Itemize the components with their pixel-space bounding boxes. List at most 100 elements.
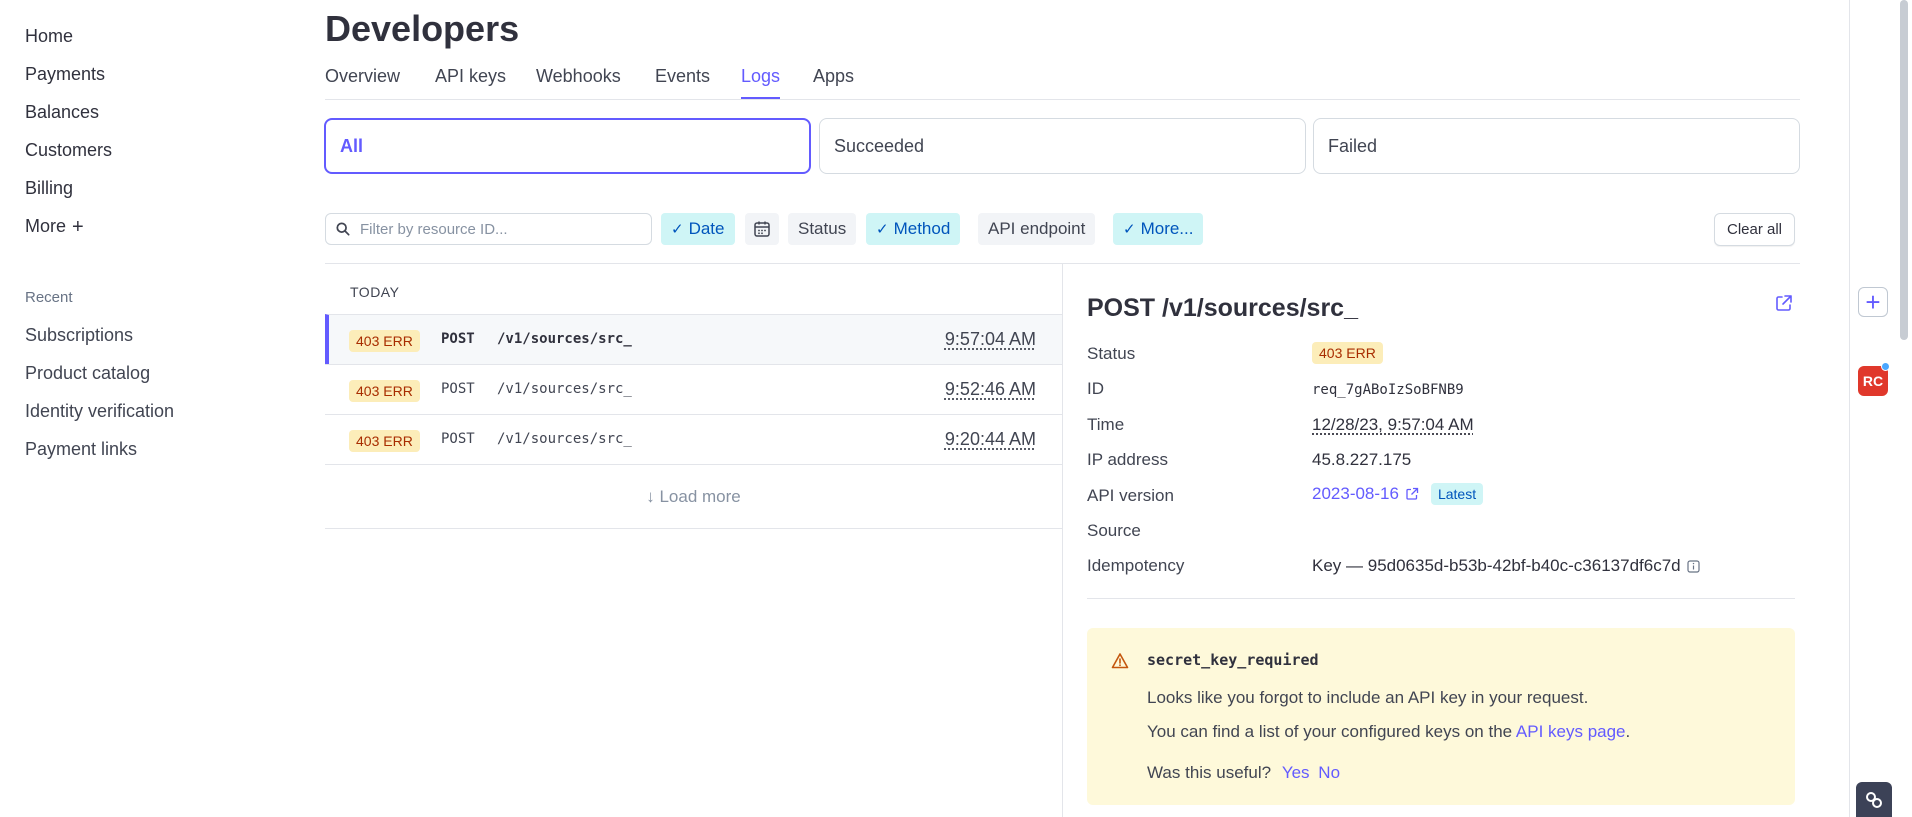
load-more-row: ↓ Load more: [325, 464, 1062, 529]
load-more-button[interactable]: ↓ Load more: [646, 487, 741, 507]
time-label: Time: [1087, 415, 1125, 434]
notification-dot: [1881, 362, 1890, 371]
log-row[interactable]: 403 ERR POST /v1/sources/src_ 9:20:44 AM: [325, 414, 1062, 464]
feedback-question: Was this useful?: [1147, 763, 1272, 782]
external-link-icon: [1406, 487, 1419, 500]
request-id: req_7gABoIzSoBFNB9: [1312, 382, 1464, 398]
check-icon: ✓: [1123, 221, 1136, 238]
date-picker-button[interactable]: [745, 213, 779, 245]
calendar-icon: [754, 221, 770, 237]
log-method: POST: [441, 381, 475, 397]
segment-all[interactable]: All: [324, 118, 811, 174]
divider: [1062, 264, 1063, 817]
request-time[interactable]: 12/28/23, 9:57:04 AM: [1312, 415, 1474, 435]
tab-events[interactable]: Events: [655, 66, 710, 97]
nav-item-customers[interactable]: Customers: [25, 140, 112, 161]
recent-item-subscriptions[interactable]: Subscriptions: [25, 325, 133, 346]
log-method: POST: [441, 431, 475, 447]
check-icon: ✓: [671, 221, 684, 238]
warning-icon: [1111, 653, 1129, 669]
api-keys-page-link[interactable]: API keys page: [1516, 722, 1626, 741]
log-time[interactable]: 9:52:46 AM: [945, 379, 1036, 400]
filter-chip-date-label: Date: [688, 219, 725, 238]
resource-id-search: [325, 213, 652, 245]
link-tool-button[interactable]: [1856, 782, 1892, 817]
log-path: /v1/sources/src_: [497, 331, 632, 347]
tab-logs[interactable]: Logs: [741, 66, 781, 99]
open-external-icon[interactable]: [1774, 293, 1794, 313]
filter-chip-method-label: Method: [893, 219, 951, 238]
divider: [1087, 598, 1795, 599]
segment-failed[interactable]: Failed: [1313, 118, 1800, 174]
detail-status: 403 ERR: [1312, 342, 1383, 364]
source-label: Source: [1087, 521, 1141, 540]
filter-chip-api-endpoint[interactable]: API endpoint: [978, 213, 1096, 245]
nav-item-balances[interactable]: Balances: [25, 102, 99, 123]
add-button[interactable]: +: [1858, 287, 1888, 317]
feedback-prompt: Was this useful? Yes No: [1147, 763, 1340, 783]
error-alert: secret_key_required Looks like you forgo…: [1087, 628, 1795, 805]
idempotency: Key — 95d0635d-b53b-42bf-b40c-c36137df6c…: [1312, 556, 1700, 576]
plus-icon: +: [1865, 286, 1881, 317]
status-badge: 403 ERR: [1312, 342, 1383, 364]
nav-item-billing[interactable]: Billing: [25, 178, 73, 199]
log-method: POST: [441, 331, 475, 347]
recent-item-identity-verification[interactable]: Identity verification: [25, 401, 174, 422]
tab-api-keys[interactable]: API keys: [435, 66, 506, 97]
tab-webhooks[interactable]: Webhooks: [536, 66, 621, 97]
error-hint-suffix: .: [1625, 722, 1631, 741]
filter-chip-status[interactable]: Status: [788, 213, 857, 245]
nav-item-home[interactable]: Home: [25, 26, 73, 47]
info-icon[interactable]: [1687, 559, 1700, 573]
id-label: ID: [1087, 379, 1104, 398]
clear-all-button[interactable]: Clear all: [1714, 213, 1795, 246]
error-message: Looks like you forgot to include an API …: [1147, 688, 1589, 707]
api-version-link[interactable]: 2023-08-16: [1312, 484, 1399, 504]
link-icon: [1866, 791, 1882, 808]
log-row[interactable]: 403 ERR POST /v1/sources/src_ 9:52:46 AM: [325, 364, 1062, 414]
api-version: 2023-08-16 Latest: [1312, 483, 1484, 505]
rc-icon: RC: [1862, 373, 1884, 389]
scrollbar[interactable]: [1900, 0, 1908, 340]
status-badge: 403 ERR: [349, 330, 420, 352]
nav-item-payments[interactable]: Payments: [25, 64, 105, 85]
status-badge: 403 ERR: [349, 430, 420, 452]
error-code: secret_key_required: [1147, 651, 1319, 669]
tab-overview[interactable]: Overview: [325, 66, 400, 97]
recent-item-product-catalog[interactable]: Product catalog: [25, 363, 150, 384]
error-hint: You can find a list of your configured k…: [1147, 722, 1630, 742]
status-badge: 403 ERR: [349, 380, 420, 402]
recent-item-payment-links[interactable]: Payment links: [25, 439, 137, 460]
log-path: /v1/sources/src_: [497, 431, 632, 447]
check-icon: ✓: [876, 221, 889, 238]
log-time[interactable]: 9:57:04 AM: [945, 329, 1036, 350]
detail-title: POST /v1/sources/src_: [1087, 294, 1358, 322]
filter-chip-more[interactable]: ✓ More...: [1113, 213, 1204, 245]
log-time[interactable]: 9:20:44 AM: [945, 429, 1036, 450]
ip-address: 45.8.227.175: [1312, 450, 1412, 469]
plus-icon: +: [72, 215, 84, 238]
log-path: /v1/sources/src_: [497, 381, 632, 397]
tab-apps[interactable]: Apps: [813, 66, 854, 97]
nav-more-label: More: [25, 216, 67, 236]
idempotency-label: Idempotency: [1087, 556, 1185, 575]
status-label: Status: [1087, 344, 1136, 363]
sidebar: Home Payments Balances Customers Billing…: [0, 0, 275, 817]
filter-chip-more-label: More...: [1140, 219, 1194, 238]
page-title: Developers: [325, 8, 520, 49]
idempotency-key: Key — 95d0635d-b53b-42bf-b40c-c36137df6c…: [1312, 556, 1681, 575]
log-row[interactable]: 403 ERR POST /v1/sources/src_ 9:57:04 AM: [325, 314, 1062, 364]
segment-succeeded[interactable]: Succeeded: [819, 118, 1306, 174]
latest-badge: Latest: [1430, 483, 1484, 505]
log-group-label: TODAY: [350, 284, 400, 300]
feedback-yes-button[interactable]: Yes: [1282, 763, 1310, 782]
filter-chip-date[interactable]: ✓ Date: [661, 213, 735, 245]
ip-address-label: IP address: [1087, 450, 1168, 469]
feedback-no-button[interactable]: No: [1318, 763, 1340, 782]
error-hint-text: You can find a list of your configured k…: [1147, 722, 1516, 741]
recent-section-label: Recent: [25, 289, 73, 306]
search-input[interactable]: [360, 220, 640, 238]
nav-item-more[interactable]: More +: [25, 216, 84, 237]
search-icon: [336, 222, 350, 236]
filter-chip-method[interactable]: ✓ Method: [866, 213, 961, 245]
